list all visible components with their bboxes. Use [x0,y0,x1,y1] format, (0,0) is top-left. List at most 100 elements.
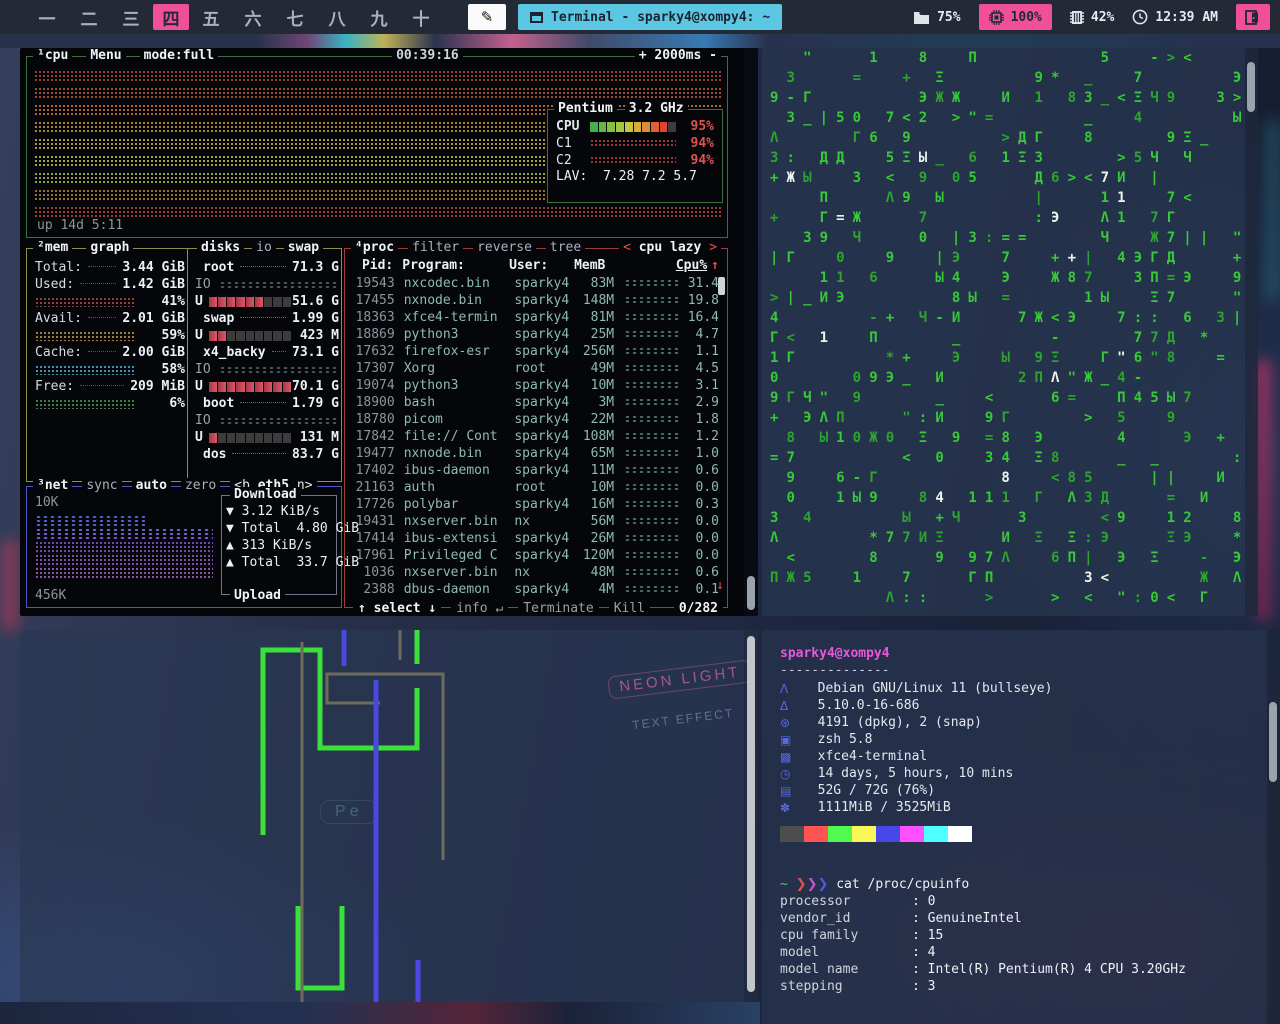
disk-used-row: U 131 M [195,430,339,445]
table-row[interactable]: 19477 nxnode.bin sparky4 65M 1.0 [353,445,719,462]
core-label: C2 [556,153,572,168]
active-window-title[interactable]: Terminal - sparky4@xompy4: ~ [518,4,783,30]
mem-stat-value: 3.44 GiB [122,260,185,275]
table-row[interactable]: 19074 python3 sparky4 10M 3.1 [353,377,719,394]
disk-size: 1.79 G [292,396,339,411]
workspace-button-3[interactable]: 三 [111,4,151,30]
table-row[interactable]: 17414 ibus-extensi sparky4 26M 0.0 [353,530,719,547]
core-graph [590,156,676,165]
neofetch-scrollbar-thumb[interactable] [1269,702,1277,782]
tab-cpu[interactable]: ¹cpu [33,48,73,63]
table-row[interactable]: 17726 polybar sparky4 16M 0.3 [353,496,719,513]
tab-disks[interactable]: disks [197,240,245,255]
table-row[interactable]: 21163 auth root 10M 0.0 [353,479,719,496]
cpu-indicator[interactable]: 100% [978,4,1052,30]
proc-reverse-button[interactable]: reverse [473,240,536,255]
tab-swap[interactable]: swap [283,240,324,255]
neofetch-kernel-row: Δ 5.10.0-16-686 [780,697,1254,714]
neofetch-memory-text: 1111MiB / 3525MiB [802,800,951,815]
pipes-scrollbar-thumb[interactable] [747,636,755,992]
workspace-button-9[interactable]: 九 [359,4,399,30]
mem-stat-meter: 6% [35,395,185,412]
neofetch-kernel-text: 5.10.0-16-686 [802,698,920,713]
process-list: 19543 nxcodec.bin sparky4 83M 31.4 17455 nxnod… [353,275,719,598]
memory-indicator[interactable]: 42% [1069,10,1114,25]
cpu-freq: 3.2 GHz [624,101,688,116]
table-row[interactable]: 18900 bash sparky4 3M 2.9 [353,394,719,411]
table-row[interactable]: 1036 nxserver.bin nx 48M 0.6 [353,564,719,581]
matrix-scrollbar-thumb[interactable] [1247,62,1255,112]
neofetch-shell-row: ▣ zsh 5.8 [780,731,1254,748]
table-row[interactable]: 18780 picom sparky4 22M 1.8 [353,411,719,428]
table-row[interactable]: 17307 Xorg root 49M 4.5 [353,360,719,377]
net-stats: ▼ 3.12 KiB/s ▼ Total 4.80 GiB ▲ 313 KiB/s ▲… [222,496,359,572]
launcher-button[interactable]: ✎ [468,4,506,30]
cpu-meter-block [590,121,598,132]
table-row[interactable]: 17961 Privileged Csparky4 120M 0.0 [353,547,719,564]
table-row[interactable]: 2388 dbus-daemon sparky4 4M 0.1 [353,581,719,598]
cpu-chip-icon [988,9,1004,25]
mode-toggle[interactable]: mode:full [139,48,219,63]
matrix-scrollbar[interactable] [1245,48,1258,616]
workspace-button-2[interactable]: 二 [69,4,109,30]
workspace-button-8[interactable]: 八 [317,4,357,30]
terminate-button[interactable]: Terminate [518,601,599,616]
tab-io[interactable]: io [252,240,276,255]
tab-proc[interactable]: ⁴proc [351,240,399,255]
prompt-arrow: ❯ [795,877,807,892]
neofetch-scrollbar[interactable] [1267,630,1280,1024]
proc-scrollbar-thumb[interactable] [718,277,725,295]
cpuinfo-output: processor: 0 vendor_id: GenuineIntel cpu f… [780,893,1254,995]
workspace-button-5[interactable]: 五 [191,4,231,30]
info-button[interactable]: info ↵ [451,601,509,616]
cmatrix-terminal-window: " 1 8 П 5 ->< 3 = + Ξ 9* _ 7 Э 9-Г ЭЖЖ И… [762,48,1258,616]
workspace-button-6[interactable]: 六 [233,4,273,30]
core-label: C1 [556,136,572,151]
bpytop-scrollbar-thumb[interactable] [747,576,755,610]
table-row[interactable]: 17632 firefox-esr sparky4 256M 1.1 [353,343,719,360]
cpu-box: ¹cpu Menu mode:full 00:39:16 + 2000ms - … [26,48,728,238]
pipes-terminal-window: NEON LIGHT TEXT EFFECT Pe [20,630,758,1002]
proc-tree-button[interactable]: tree [545,240,586,255]
proc-filter-button[interactable]: filter [408,240,464,255]
pipes-scrollbar[interactable] [744,630,758,1002]
interval-control[interactable]: + 2000ms - [634,48,721,63]
select-control[interactable]: ↑ select ↓ [353,601,442,616]
table-row[interactable]: 17842 file:// Cont sparky4 108M 1.2 [353,428,719,445]
mem-stat-label: Used: [35,277,75,292]
table-row[interactable]: 18869 python3 sparky4 25M 4.7 [353,326,719,343]
workspace-button-10[interactable]: 十 [401,4,441,30]
prompt-command[interactable]: cat /proc/cpuinfo [836,877,969,892]
mem-graph-toggle[interactable]: graph [86,240,134,255]
disk-name-row: swap 1.99 G [195,310,339,327]
mem-stat-row: Total: 3.44 GiB [35,259,185,276]
table-row[interactable]: 19543 nxcodec.bin sparky4 83M 31.4 [353,275,719,292]
cpuinfo-line: cpu family: 15 [780,928,944,943]
neofetch-shell-text: zsh 5.8 [802,732,873,747]
disk-io-row: IO [195,276,339,293]
table-row[interactable]: 17455 nxnode.bin sparky4 148M 19.8 [353,292,719,309]
proc-sort-selector[interactable]: < cpu lazy > [619,240,721,255]
disk-used-bar [208,381,291,392]
clock-indicator[interactable]: 12:39 AM [1132,9,1218,25]
table-row[interactable]: 19431 nxserver.bin nx 56M 0.0 [353,513,719,530]
table-row[interactable]: 18363 xfce4-termin sparky4 81M 16.4 [353,309,719,326]
net-zero-toggle[interactable]: zero [180,478,221,493]
mem-stats: Total: 3.44 GiB Used: 1.42 GiB 41% Avail: 2.01… [35,259,185,412]
bpytop-scrollbar[interactable] [744,48,758,616]
menu-button[interactable]: Menu [86,48,126,63]
table-row[interactable]: 17402 ibus-daemon sparky4 11M 0.6 [353,462,719,479]
disk-size: 83.7 G [292,447,339,462]
workspace-button-4[interactable]: 四 [153,4,189,30]
tab-mem[interactable]: ²mem [33,240,73,255]
net-sync-toggle[interactable]: sync [82,478,122,493]
clock-text: 12:39 AM [1155,9,1218,25]
top-bar: 一二三四五六七八九十 ✎ Terminal - sparky4@xompy4: … [0,0,1280,34]
power-button[interactable] [1236,4,1270,30]
workspace-button-1[interactable]: 一 [27,4,67,30]
tab-net[interactable]: ³net [33,478,73,493]
kill-button[interactable]: Kill [608,601,651,616]
workspace-button-7[interactable]: 七 [275,4,315,30]
disk-indicator[interactable]: 75% [913,10,961,25]
net-auto-toggle[interactable]: auto [131,478,171,493]
